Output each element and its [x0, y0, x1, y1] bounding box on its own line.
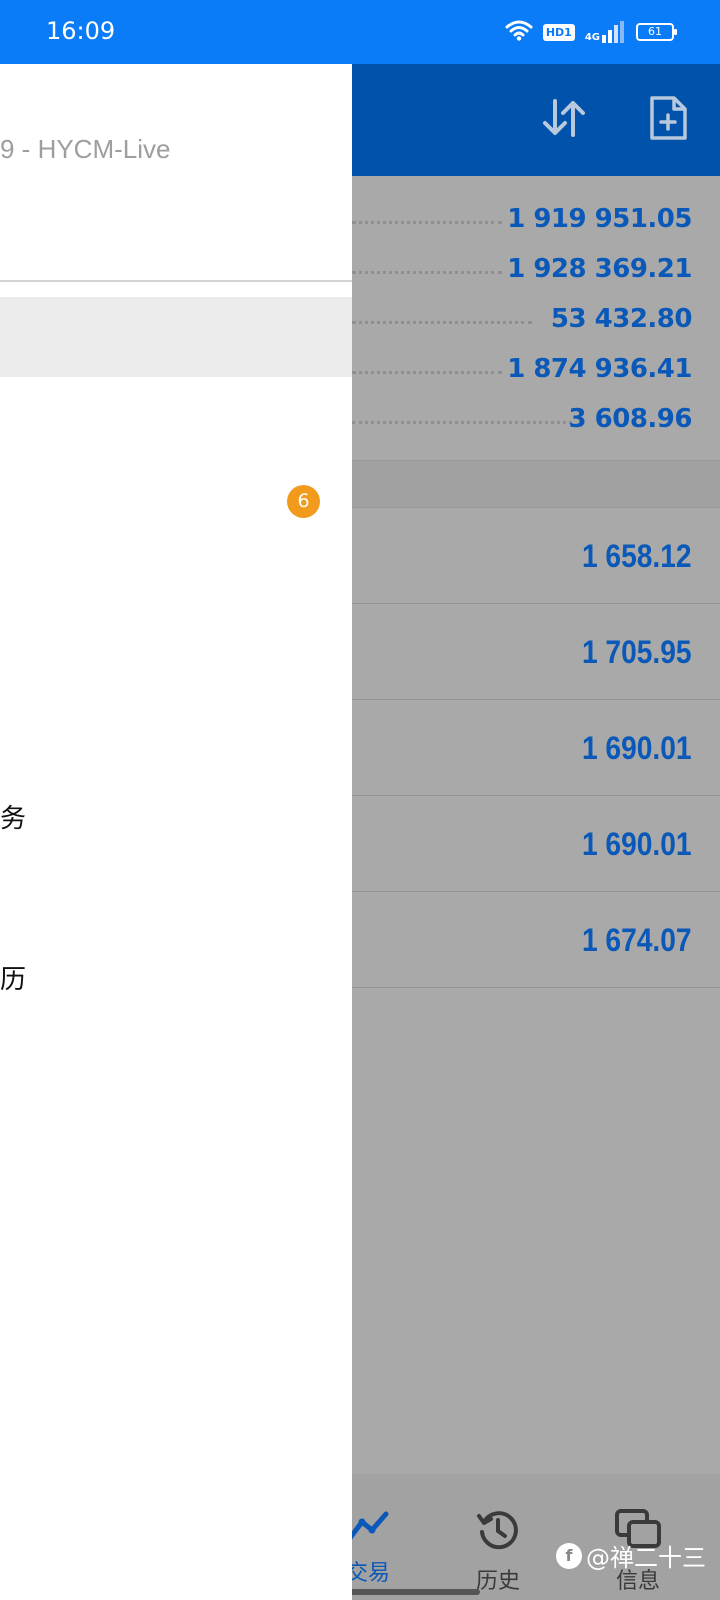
dotted-leader: [352, 371, 502, 374]
status-icons: HD1 4G 61: [505, 19, 677, 46]
position-row[interactable]: 1 690.01: [352, 700, 720, 796]
summary-value: 1 919 951.05: [507, 204, 692, 234]
trade-chart-icon: [346, 1511, 390, 1548]
drawer-item-selected[interactable]: [0, 297, 352, 377]
dotted-leader: [352, 221, 502, 224]
signal-icon: 4G: [585, 21, 626, 43]
summary-value: 1 928 369.21: [507, 254, 692, 284]
navigation-drawer: 9 - HYCM-Live 6 务 历: [0, 64, 352, 1600]
summary-row: 1 919 951.05: [352, 196, 692, 246]
position-profit: 1 705.95: [582, 634, 692, 670]
summary-value: 53 432.80: [550, 304, 693, 334]
sort-icon: [541, 95, 587, 146]
drawer-account-label[interactable]: 9 - HYCM-Live: [0, 134, 170, 165]
dotted-leader: [352, 271, 502, 274]
status-bar: 16:09 HD1 4G 61: [0, 0, 720, 64]
position-row[interactable]: 1 705.95: [352, 604, 720, 700]
dotted-leader: [352, 321, 532, 324]
status-time: 16:09: [46, 17, 116, 45]
notification-badge: 6: [287, 485, 320, 518]
hd-icon: HD1: [542, 23, 575, 41]
summary-row: 1 928 369.21: [352, 246, 692, 296]
summary-row: 1 874 936.41: [352, 346, 692, 396]
summary-value: 3 608.96: [568, 404, 693, 434]
position-row[interactable]: 1 658.12: [352, 508, 720, 604]
account-summary: 1 919 951.05 1 928 369.21 53 432.80 1 87…: [352, 196, 693, 446]
new-order-icon: [648, 95, 688, 146]
position-profit: 1 690.01: [582, 826, 692, 862]
position-profit: 1 658.12: [582, 538, 692, 574]
positions-list: 1 658.12 1 705.95 1 690.01 1 690.01 1 67…: [352, 508, 720, 988]
summary-row: 3 608.96: [352, 396, 693, 446]
drawer-item-label[interactable]: 务: [0, 798, 26, 835]
new-order-button[interactable]: [642, 94, 694, 146]
battery-icon: 61: [636, 23, 677, 41]
watermark-logo-icon: f: [556, 1542, 582, 1569]
summary-row: 53 432.80: [352, 296, 693, 346]
position-row[interactable]: 1 690.01: [352, 796, 720, 892]
summary-value: 1 874 936.41: [507, 354, 692, 384]
drawer-item-label[interactable]: 历: [0, 959, 26, 996]
position-row[interactable]: 1 674.07: [352, 892, 720, 988]
nav-history[interactable]: 历史: [448, 1508, 548, 1595]
watermark: f @禅二十三: [556, 1538, 706, 1573]
history-icon: [476, 1511, 520, 1556]
drawer-divider: [0, 280, 352, 282]
dotted-leader: [352, 421, 572, 424]
wifi-icon: [505, 19, 533, 46]
position-profit: 1 674.07: [582, 922, 692, 958]
position-profit: 1 690.01: [582, 730, 692, 766]
watermark-text: @禅二十三: [586, 1544, 706, 1572]
section-header: [352, 460, 720, 508]
sort-button[interactable]: [538, 94, 590, 146]
